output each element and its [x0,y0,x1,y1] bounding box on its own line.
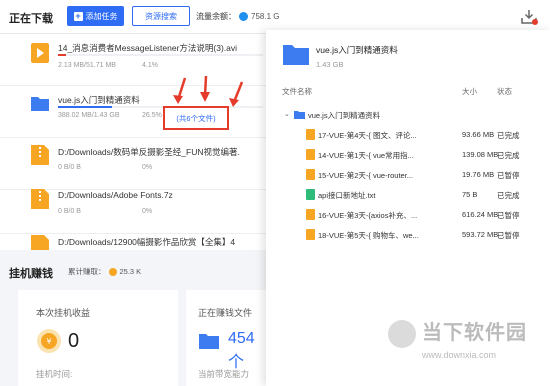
zip-file-icon [306,149,315,160]
task-row[interactable]: D:/Downloads/12900幅摄影作品欣赏【全集】4 [0,228,270,250]
task-name: D:/Downloads/12900幅摄影作品欣赏【全集】4 [58,237,236,247]
file-row[interactable]: 15-VUE-第2天-{ vue-router... 19.76 MB 已暂停 [266,166,550,184]
watermark-title: 当下软件园 [422,322,527,344]
file-size: 616.24 MB [462,210,499,219]
detail-title: vue.js入门到精通资料 [316,45,398,55]
file-count-annotation: (共6个文件) [163,106,229,130]
file-size: 19.76 MB [462,170,495,179]
file-size: 139.08 MB [462,150,499,159]
download-tray-icon[interactable] [520,8,538,26]
coin-icon: ¥ [37,329,61,353]
folder-icon [199,334,219,349]
zip-file-icon [306,129,315,140]
file-name: 16-VUE-第3天-{axios补充、... [318,211,418,220]
folder-icon [294,111,305,119]
earnings-total-value: 25.3 K [119,267,142,276]
watermark-url: www.downxia.com [422,350,497,360]
file-name: 18-VUE-第5天-{ 购物车、we... [318,231,419,240]
folder-tree-root[interactable]: ⌄ vue.js入门到精通资料 [266,106,550,124]
task-size: 0 B/0 B [58,164,81,171]
watermark: 当下软件园 www.downxia.com [382,316,550,380]
zip-file-icon [306,209,315,220]
task-percent: 0% [142,164,153,171]
flow-coin-icon [239,12,248,21]
task-progress-fill [58,54,67,56]
folder-tree-root-label: vue.js入门到精通资料 [308,111,381,120]
task-progress-fill [58,106,113,108]
session-earnings-label: 本次挂机收益 [36,308,91,318]
toolbar: 正在下载 + 添加任务 资源搜索 流量余额： 758.1 G [0,0,550,34]
chevron-down-icon[interactable]: ⌄ [284,110,290,118]
earnings-title: 挂机赚钱 [9,268,53,280]
task-name: D:/Downloads/Adobe Fonts.7z [58,190,173,200]
flow-label: 流量余额： [196,12,236,21]
file-row[interactable]: 14-VUE-第1天-{ vue常用指... 139.08 MB 已完成 [266,146,550,164]
earning-files-value: 454个 [228,330,255,371]
zip-file-icon [31,189,49,209]
file-name: 15-VUE-第2天-{ vue-router... [318,171,414,180]
task-size: 0 B/0 B [58,208,81,215]
earnings-total: 累计赚取： 25.3 K [68,266,141,277]
zip-file-icon [31,145,49,165]
earning-files-card: 正在赚钱文件 454个 当前带宽能力 [186,290,270,386]
file-row[interactable]: 16-VUE-第3天-{axios补充、... 616.24 MB 已暂停 [266,206,550,224]
column-header-name: 文件名称 [282,87,312,96]
svg-text:¥: ¥ [46,337,51,346]
file-status: 已暂停 [497,231,520,240]
detail-size: 1.43 GB [316,60,344,69]
file-size: 75 B [462,190,478,199]
file-row[interactable]: 18-VUE-第5天-{ 购物车、we... 593.72 MB 已暂停 [266,226,550,244]
zip-file-icon [31,235,49,250]
online-time-label: 挂机时间: [36,369,73,379]
video-file-icon [31,43,49,63]
text-file-icon [306,189,315,200]
task-size: 2.13 MB/51.71 MB [58,62,116,69]
task-percent: 4.1% [142,62,158,69]
folder-icon [31,97,49,111]
task-size: 388.02 MB/1.43 GB [58,112,120,119]
file-status: 已暂停 [497,171,520,180]
earning-files-label: 正在赚钱文件 [198,308,253,318]
task-name: 14_消息消费者MessageListener方法说明(3).avi [58,43,238,53]
task-row[interactable]: D:/Downloads/Adobe Fonts.7z 0 B/0 B 0% [0,182,270,234]
plus-icon: + [73,10,83,21]
folder-icon [283,45,309,65]
bandwidth-label: 当前带宽能力 [198,369,250,379]
file-row[interactable]: 17-VUE-第4天-{ 图文、评论... 93.66 MB 已完成 [266,126,550,144]
file-size: 93.66 MB [462,130,495,139]
earnings-section: 挂机赚钱 累计赚取： 25.3 K 本次挂机收益 ¥ 0 挂机时间: 正在赚钱文… [0,254,270,386]
add-task-label: 添加任务 [85,11,118,21]
task-progress-bar [58,54,263,56]
flow-value: 758.1 G [251,12,280,21]
column-header-size: 大小 [462,87,477,96]
download-task-list: 14_消息消费者MessageListener方法说明(3).avi 2.13 … [0,34,270,250]
file-row[interactable]: api接口新地址.txt 75 B 已完成 [266,186,550,204]
column-header-status: 状态 [497,87,512,96]
task-name: vue.js入门到精通资料 [58,95,140,105]
zip-file-icon [306,229,315,240]
earnings-total-label: 累计赚取： [68,267,106,276]
flow-balance: 流量余额： 758.1 G [196,11,279,22]
task-name: D:/Downloads/数码单反摄影圣经_FUN视觉编著. [58,147,240,157]
zip-file-icon [306,169,315,180]
page-title: 正在下载 [9,13,53,25]
annotation-arrows [173,75,244,107]
file-status: 已暂停 [497,211,520,220]
task-percent: 26.5% [142,112,162,119]
file-name: 14-VUE-第1天-{ vue常用指... [318,151,414,160]
file-name: 17-VUE-第4天-{ 图文、评论... [318,131,417,140]
add-task-button[interactable]: + 添加任务 [67,6,124,26]
file-size: 593.72 MB [462,230,499,239]
session-earnings-card: 本次挂机收益 ¥ 0 挂机时间: [18,290,178,386]
watermark-logo [388,320,416,348]
file-status: 已完成 [497,151,520,160]
resource-search-button[interactable]: 资源搜索 [132,6,190,26]
task-percent: 0% [142,208,153,215]
file-status: 已完成 [497,131,520,140]
file-name: api接口新地址.txt [318,191,376,200]
session-earnings-value: 0 [68,330,80,352]
file-status: 已完成 [497,191,520,200]
coin-icon [108,267,117,276]
